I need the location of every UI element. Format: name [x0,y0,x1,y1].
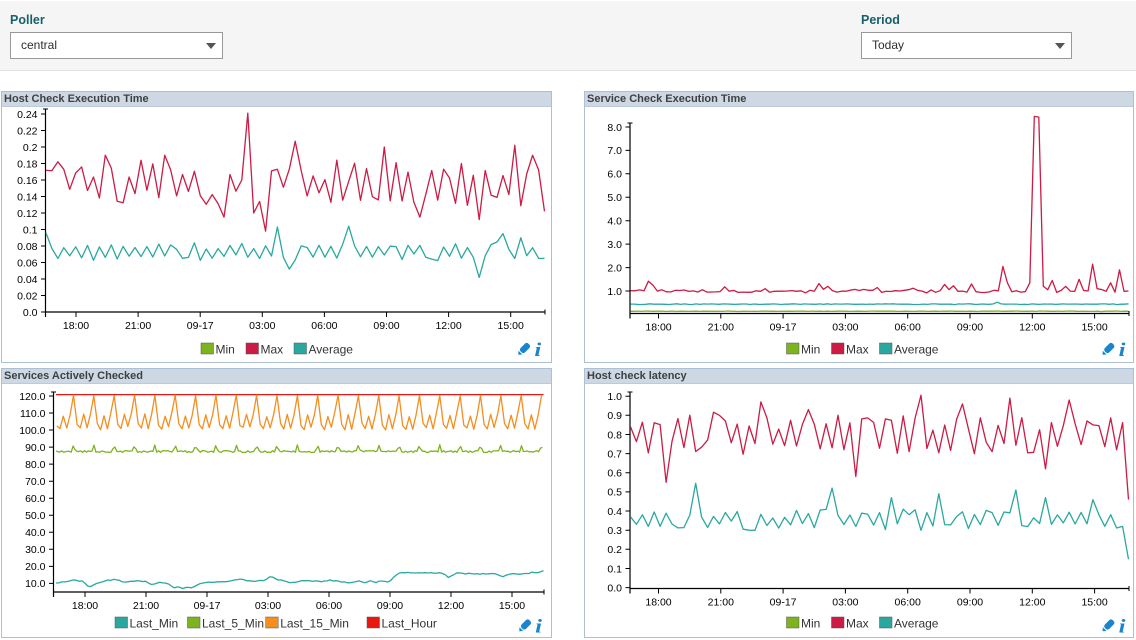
svg-text:Min: Min [801,343,820,357]
svg-text:1.0: 1.0 [607,391,622,403]
svg-text:18:00: 18:00 [645,597,671,609]
svg-text:03:00: 03:00 [832,597,858,609]
svg-text:0.3: 0.3 [607,525,622,537]
svg-text:12:00: 12:00 [1019,597,1045,609]
svg-text:8.0: 8.0 [607,122,622,134]
svg-text:4.0: 4.0 [607,216,622,228]
svg-text:80.0: 80.0 [25,459,46,471]
svg-text:21:00: 21:00 [133,600,159,612]
svg-text:i: i [534,339,542,361]
svg-text:90.0: 90.0 [25,442,46,454]
svg-text:0.14: 0.14 [17,191,38,203]
svg-text:0.16: 0.16 [17,175,38,187]
svg-text:18:00: 18:00 [72,600,98,612]
svg-text:09:00: 09:00 [957,597,983,609]
svg-text:21:00: 21:00 [708,597,734,609]
svg-text:0.2: 0.2 [607,544,622,556]
svg-text:5.0: 5.0 [607,192,622,204]
svg-text:15:00: 15:00 [1081,322,1107,334]
svg-text:110.0: 110.0 [20,408,46,420]
svg-text:21:00: 21:00 [125,320,151,332]
svg-text:70.0: 70.0 [25,476,46,488]
svg-text:i: i [1119,615,1127,637]
svg-text:03:00: 03:00 [255,600,281,612]
svg-text:09:00: 09:00 [373,320,399,332]
svg-text:0.06: 0.06 [17,257,38,269]
svg-text:0.24: 0.24 [17,109,38,121]
svg-text:09:00: 09:00 [957,322,983,334]
svg-text:03:00: 03:00 [832,322,858,334]
svg-text:Last_Hour: Last_Hour [382,617,437,631]
svg-text:09-17: 09-17 [770,322,797,334]
svg-text:0.0: 0.0 [23,307,38,319]
svg-text:18:00: 18:00 [63,320,89,332]
svg-text:Last_15_Min: Last_15_Min [280,617,349,631]
svg-text:i: i [535,615,543,637]
svg-text:0.12: 0.12 [17,208,38,220]
svg-text:Max: Max [846,617,869,631]
svg-text:50.0: 50.0 [25,510,46,522]
svg-text:0.18: 0.18 [17,158,38,170]
svg-text:21:00: 21:00 [708,322,734,334]
svg-text:0.9: 0.9 [607,410,622,422]
svg-text:3.0: 3.0 [607,239,622,251]
svg-text:15:00: 15:00 [498,320,524,332]
svg-text:Min: Min [801,617,820,631]
svg-text:06:00: 06:00 [895,597,921,609]
svg-text:15:00: 15:00 [1081,597,1107,609]
svg-text:Average: Average [309,343,354,357]
svg-text:100.0: 100.0 [19,425,45,437]
svg-text:Last_Min: Last_Min [130,617,179,631]
svg-text:Max: Max [846,343,869,357]
svg-text:120.0: 120.0 [19,391,45,403]
svg-text:15:00: 15:00 [499,600,525,612]
svg-text:18:00: 18:00 [645,322,671,334]
svg-text:60.0: 60.0 [25,493,46,505]
svg-text:12:00: 12:00 [438,600,464,612]
svg-text:06:00: 06:00 [316,600,342,612]
svg-text:09-17: 09-17 [187,320,214,332]
svg-text:0.5: 0.5 [607,487,622,499]
svg-text:Average: Average [894,617,939,631]
svg-text:40.0: 40.0 [25,527,46,539]
svg-text:09-17: 09-17 [194,600,221,612]
svg-text:i: i [1119,339,1127,361]
svg-text:0.22: 0.22 [17,125,38,137]
svg-text:03:00: 03:00 [249,320,275,332]
svg-text:12:00: 12:00 [1019,322,1045,334]
svg-text:06:00: 06:00 [311,320,337,332]
svg-text:0.04: 0.04 [17,274,38,286]
svg-text:6.0: 6.0 [607,169,622,181]
svg-text:0.4: 0.4 [607,506,622,518]
svg-text:0.1: 0.1 [23,224,38,236]
svg-text:30.0: 30.0 [25,544,46,556]
svg-text:1.0: 1.0 [607,286,622,298]
svg-text:20.0: 20.0 [25,561,46,573]
svg-text:7.0: 7.0 [607,145,622,157]
svg-text:0.2: 0.2 [23,142,38,154]
svg-text:06:00: 06:00 [895,322,921,334]
svg-text:Last_5_Min: Last_5_Min [202,617,264,631]
svg-text:0.8: 0.8 [607,429,622,441]
svg-text:0.08: 0.08 [17,241,38,253]
svg-text:0.1: 0.1 [607,563,622,575]
svg-text:09-17: 09-17 [770,597,797,609]
svg-text:Min: Min [216,343,235,357]
svg-text:Max: Max [261,343,284,357]
svg-text:0.0: 0.0 [607,582,622,594]
svg-text:12:00: 12:00 [435,320,461,332]
svg-text:0.7: 0.7 [607,448,622,460]
svg-text:10.0: 10.0 [25,578,46,590]
svg-text:0.02: 0.02 [17,290,38,302]
svg-text:09:00: 09:00 [377,600,403,612]
svg-text:2.0: 2.0 [607,262,622,274]
svg-text:Average: Average [894,343,939,357]
svg-text:0.6: 0.6 [607,468,622,480]
